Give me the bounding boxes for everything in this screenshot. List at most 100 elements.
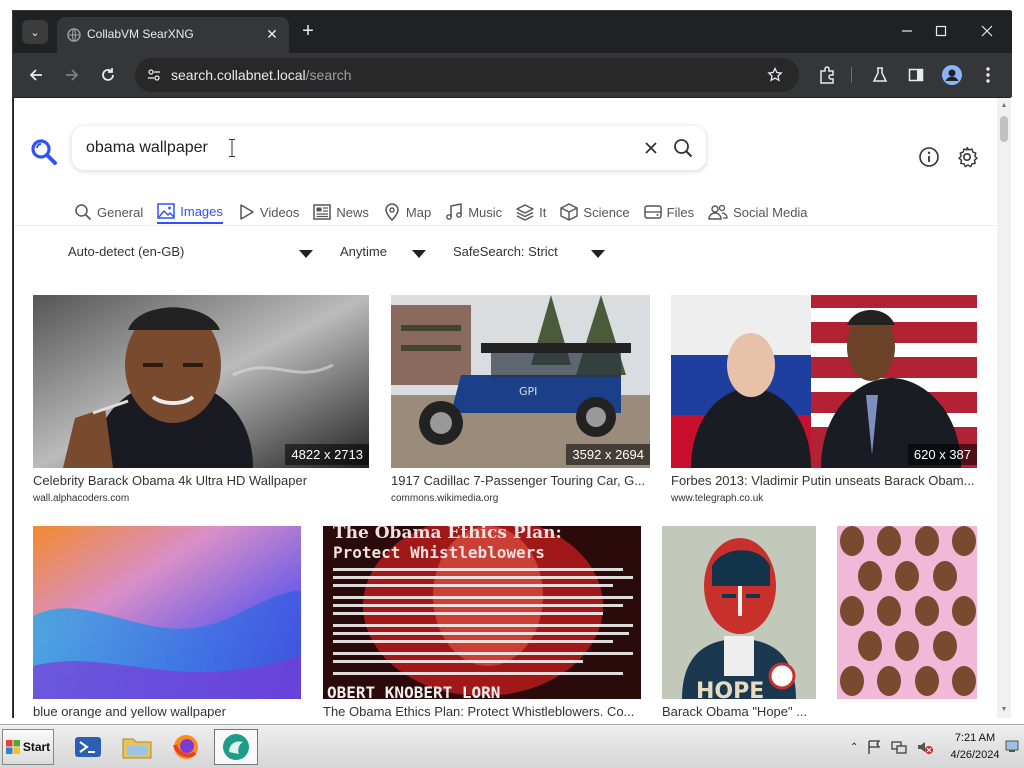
safesearch-select[interactable]: SafeSearch: Strict [453, 244, 558, 259]
search-icon [75, 204, 92, 221]
caret-down-icon[interactable] [412, 250, 426, 258]
tab-it[interactable]: It [516, 200, 546, 224]
result-title[interactable]: 1917 Cadillac 7-Passenger Touring Car, G… [391, 473, 650, 488]
tab-label: General [97, 204, 144, 220]
tab-label: Map [405, 204, 432, 220]
search-icon[interactable] [672, 137, 694, 159]
result-thumbnail[interactable]: GPI [391, 295, 650, 468]
caret-down-icon[interactable] [299, 250, 313, 258]
folder-icon [122, 738, 152, 759]
search-box[interactable]: obama wallpaper [72, 126, 706, 170]
search-input[interactable]: obama wallpaper [86, 139, 208, 157]
back-button[interactable] [24, 63, 48, 87]
play-icon [240, 204, 254, 220]
side-panel-icon [908, 68, 924, 82]
result-thumbnail[interactable] [671, 295, 977, 468]
title-bar: ⌄ CollabVM SearXNG ✕ + [13, 11, 1012, 53]
tab-images[interactable]: Images [157, 200, 223, 224]
tab-close-icon[interactable]: ✕ [263, 25, 281, 43]
tab-map[interactable]: Map [383, 200, 431, 224]
reload-button[interactable] [96, 63, 120, 87]
image-result[interactable]: The Obama Ethics Plan: Protect Whistlebl… [323, 526, 641, 718]
profile-button[interactable] [940, 63, 964, 87]
browser-window: ⌄ CollabVM SearXNG ✕ + search.collabnet.… [12, 10, 1012, 718]
globe-icon [67, 28, 81, 42]
more-vertical-icon [986, 67, 990, 83]
system-tray: ⌃ [850, 735, 934, 759]
taskbar-firefox[interactable] [164, 729, 208, 765]
time-range-select[interactable]: Anytime [340, 244, 387, 259]
poster-heading-1: The Obama Ethics Plan: [333, 526, 562, 543]
taskbar-explorer[interactable] [115, 729, 159, 765]
image-result[interactable] [837, 526, 977, 718]
result-title[interactable]: Forbes 2013: Vladimir Putin unseats Bara… [671, 473, 977, 488]
menu-button[interactable] [976, 63, 1000, 87]
result-title[interactable]: Barack Obama "Hope" ... [662, 704, 816, 718]
tab-science[interactable]: Science [560, 200, 630, 224]
tab-search-button[interactable]: ⌄ [22, 20, 48, 44]
language-select[interactable]: Auto-detect (en-GB) [68, 244, 184, 259]
poster-heading-2: Protect Whistleblowers [333, 543, 545, 562]
url-text[interactable]: search.collabnet.local/search [171, 67, 352, 83]
scroll-up-icon[interactable]: ▲ [1000, 102, 1008, 110]
scroll-thumb[interactable] [1000, 116, 1008, 142]
network-icon[interactable] [890, 739, 908, 755]
tab-news[interactable]: News [313, 200, 369, 224]
avatar-icon [942, 65, 962, 85]
browser-tab[interactable]: CollabVM SearXNG ✕ [57, 17, 289, 53]
show-desktop-icon[interactable] [1005, 739, 1019, 753]
result-thumbnail[interactable]: The Obama Ethics Plan: Protect Whistlebl… [323, 526, 641, 699]
tab-files[interactable]: Files [643, 200, 695, 224]
taskbar-browser[interactable] [214, 729, 258, 765]
taskbar-powershell[interactable] [66, 729, 110, 765]
image-result[interactable]: 4822 x 2713 Celebrity Barack Obama 4k Ul… [33, 295, 369, 510]
people-icon [708, 204, 728, 220]
gear-icon[interactable] [956, 146, 978, 168]
result-title[interactable]: blue orange and yellow wallpaper [33, 704, 301, 718]
site-info-icon[interactable] [147, 68, 161, 82]
flag-icon[interactable] [866, 739, 882, 755]
clock[interactable]: 7:21 AM 4/26/2024 [944, 730, 1006, 764]
tab-label: It [539, 204, 547, 220]
image-result[interactable]: 620 x 387 Forbes 2013: Vladimir Putin un… [671, 295, 977, 510]
caret-down-icon[interactable] [591, 250, 605, 258]
tab-videos[interactable]: Videos [237, 200, 299, 224]
labs-button[interactable] [868, 63, 892, 87]
searxng-logo-icon[interactable] [30, 138, 58, 166]
forward-button[interactable] [60, 63, 84, 87]
music-note-icon [446, 203, 463, 220]
result-thumbnail[interactable]: HOPE [662, 526, 816, 699]
result-thumbnail[interactable] [33, 526, 301, 699]
image-result[interactable]: HOPE Barack Obama "Hope" ... [662, 526, 816, 718]
address-bar[interactable]: search.collabnet.local/search [135, 58, 799, 92]
maximize-button[interactable] [927, 19, 955, 43]
tab-general[interactable]: General [74, 200, 143, 224]
close-window-button[interactable] [973, 19, 1001, 43]
tray-expand-icon[interactable]: ⌃ [850, 742, 858, 753]
bookmark-star-icon[interactable] [767, 67, 783, 83]
tab-music[interactable]: Music [445, 200, 502, 224]
extensions-button[interactable] [815, 63, 839, 87]
info-icon[interactable] [918, 146, 940, 168]
image-result[interactable]: GPI 3592 x 2694 1917 Cadillac 7-Passenge… [391, 295, 650, 510]
url-host: search.collabnet.local [171, 67, 306, 83]
vertical-scrollbar[interactable]: ▲ ▼ [997, 98, 1011, 718]
new-tab-button[interactable]: + [297, 21, 319, 43]
side-panel-button[interactable] [904, 63, 928, 87]
image-result[interactable]: blue orange and yellow wallpaper [33, 526, 301, 718]
start-button[interactable]: Start [2, 729, 54, 765]
volume-muted-icon[interactable] [916, 739, 934, 755]
result-thumbnail[interactable] [33, 295, 369, 468]
reload-icon [102, 68, 114, 81]
tab-label: Music [468, 204, 503, 220]
clear-search-icon[interactable] [640, 137, 662, 159]
tab-social-media[interactable]: Social Media [708, 200, 808, 224]
result-thumbnail[interactable] [837, 526, 977, 699]
result-title[interactable]: The Obama Ethics Plan: Protect Whistlebl… [323, 704, 641, 718]
scroll-down-icon[interactable]: ▼ [1000, 706, 1008, 714]
minimize-button[interactable] [893, 19, 921, 43]
text-cursor-icon [229, 139, 235, 157]
result-title[interactable]: Celebrity Barack Obama 4k Ultra HD Wallp… [33, 473, 369, 488]
hope-word: HOPE [696, 679, 764, 699]
tab-label: Files [666, 204, 695, 220]
